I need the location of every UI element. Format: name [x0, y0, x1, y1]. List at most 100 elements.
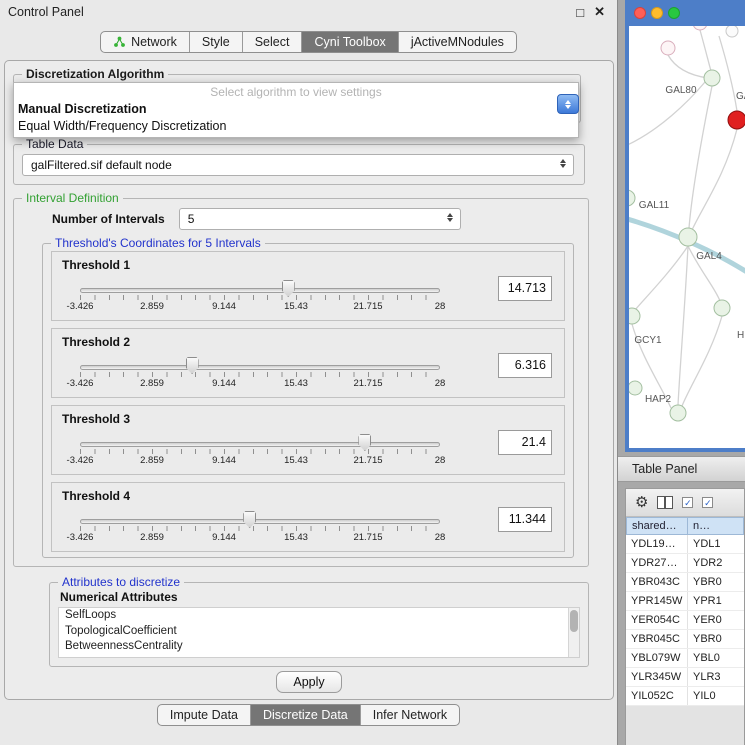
- network-node[interactable]: [629, 381, 642, 395]
- slider-track[interactable]: [80, 288, 440, 293]
- cell[interactable]: YER0: [688, 611, 744, 629]
- network-node[interactable]: [704, 70, 720, 86]
- scale-label: 9.144: [212, 532, 236, 543]
- column-header-shared-name[interactable]: shared…: [626, 517, 688, 535]
- number-of-intervals-combobox[interactable]: 5: [179, 208, 461, 230]
- threshold-1-slider[interactable]: -3.426 2.859 9.144 15.43 21.715 28: [80, 280, 440, 316]
- table-row[interactable]: YPR145WYPR1: [626, 592, 744, 611]
- close-icon[interactable]: ✕: [594, 4, 605, 20]
- table-row[interactable]: YBR045CYBR0: [626, 630, 744, 649]
- numerical-attributes-list[interactable]: SelfLoops TopologicalCoefficient Between…: [58, 607, 580, 658]
- threshold-2-value-field[interactable]: 6.316: [498, 353, 552, 378]
- threshold-3-value-field[interactable]: 21.4: [498, 430, 552, 455]
- cell[interactable]: YBL0: [688, 649, 744, 667]
- list-item[interactable]: SelfLoops: [59, 608, 579, 624]
- stepper-up-icon: [565, 100, 571, 104]
- algorithm-combo-stepper[interactable]: [557, 94, 579, 114]
- cell[interactable]: YIL052C: [626, 687, 688, 705]
- table-row[interactable]: YBL079WYBL0: [626, 649, 744, 668]
- list-item[interactable]: TopologicalCoefficient: [59, 624, 579, 640]
- network-node[interactable]: [670, 405, 686, 421]
- thresholds-group: Threshold's Coordinates for 5 Intervals …: [42, 236, 574, 558]
- cell[interactable]: YDR2: [688, 554, 744, 572]
- tab-select[interactable]: Select: [243, 32, 303, 52]
- threshold-1-label: Threshold 1: [62, 258, 130, 272]
- network-node[interactable]: [693, 26, 707, 30]
- tab-infer-network[interactable]: Infer Network: [361, 705, 459, 725]
- cyni-toolbox-panel: Discretization Algorithm Select algorith…: [4, 60, 614, 700]
- checkbox-icon[interactable]: ✓: [682, 497, 693, 508]
- tab-impute-data[interactable]: Impute Data: [158, 705, 251, 725]
- network-node[interactable]: [661, 41, 675, 55]
- table-row[interactable]: YER054CYER0: [626, 611, 744, 630]
- slider-track[interactable]: [80, 365, 440, 370]
- tab-select-label: Select: [255, 35, 290, 49]
- scale-label: 28: [435, 532, 446, 543]
- threshold-4-label: Threshold 4: [62, 489, 130, 503]
- network-node[interactable]: [726, 26, 738, 37]
- gear-icon[interactable]: ⚙: [635, 495, 648, 510]
- dropdown-option-equal-width[interactable]: Equal Width/Frequency Discretization: [18, 119, 578, 133]
- minimize-traffic-light[interactable]: [651, 7, 663, 19]
- apply-button[interactable]: Apply: [276, 671, 341, 693]
- cell[interactable]: YBL079W: [626, 649, 688, 667]
- slider-scale: -3.426 2.859 9.144 15.43 21.715 28: [80, 455, 440, 467]
- scale-label: 2.859: [140, 455, 164, 466]
- slider-track[interactable]: [80, 519, 440, 524]
- threshold-3-slider[interactable]: -3.426 2.859 9.144 15.43 21.715 28: [80, 434, 440, 470]
- node-label: GAL80: [665, 85, 697, 96]
- list-item[interactable]: BetweennessCentrality: [59, 639, 579, 655]
- cell[interactable]: YLR3: [688, 668, 744, 686]
- cell[interactable]: YDL1: [688, 535, 744, 553]
- column-header-name[interactable]: n…: [688, 517, 744, 535]
- top-tab-group: Network Style Select Cyni Toolbox jActiv…: [100, 31, 517, 53]
- close-traffic-light[interactable]: [634, 7, 646, 19]
- table-row[interactable]: YDR27…YDR2: [626, 554, 744, 573]
- tab-cyni-toolbox[interactable]: Cyni Toolbox: [302, 32, 398, 52]
- tab-network[interactable]: Network: [101, 32, 190, 52]
- threshold-1-value-field[interactable]: 14.713: [498, 276, 552, 301]
- cell[interactable]: YBR0: [688, 630, 744, 648]
- stepper-down-icon: [565, 105, 571, 109]
- cell[interactable]: YBR0: [688, 573, 744, 591]
- cell[interactable]: YDL19…: [626, 535, 688, 553]
- table-row[interactable]: YIL052CYIL0: [626, 687, 744, 706]
- cell[interactable]: YER054C: [626, 611, 688, 629]
- checkbox-icon[interactable]: ✓: [702, 497, 713, 508]
- network-node-selected[interactable]: [728, 111, 745, 129]
- table-data-combobox[interactable]: galFiltered.sif default node: [22, 154, 574, 176]
- network-node[interactable]: [629, 190, 635, 206]
- cell[interactable]: YIL0: [688, 687, 744, 705]
- cell[interactable]: YBR043C: [626, 573, 688, 591]
- tab-discretize-data[interactable]: Discretize Data: [251, 705, 361, 725]
- dropdown-option-manual[interactable]: Manual Discretization: [18, 102, 578, 116]
- tab-jactivemnodules[interactable]: jActiveMNodules: [399, 32, 516, 52]
- right-area: GAL80 GAL11 GAL4 GCY1 HAP2 GA H Table Pa…: [618, 0, 745, 745]
- threshold-4-panel: Threshold 4 -3.426 2.859 9.144 15.43 21.…: [51, 482, 565, 552]
- cell[interactable]: YPR145W: [626, 592, 688, 610]
- table-row[interactable]: YLR345WYLR3: [626, 668, 744, 687]
- slider-track[interactable]: [80, 442, 440, 447]
- zoom-traffic-light[interactable]: [668, 7, 680, 19]
- float-window-icon[interactable]: □: [576, 5, 584, 20]
- network-canvas[interactable]: GAL80 GAL11 GAL4 GCY1 HAP2 GA H: [629, 26, 745, 448]
- network-node[interactable]: [679, 228, 697, 246]
- cell[interactable]: YLR345W: [626, 668, 688, 686]
- table-row[interactable]: YDL19…YDL1: [626, 535, 744, 554]
- threshold-1-panel: Threshold 1 -3.426 2.859 9.144 15.43 21.…: [51, 251, 565, 321]
- list-scrollbar[interactable]: [568, 608, 579, 657]
- network-node[interactable]: [714, 300, 730, 316]
- threshold-4-value-field[interactable]: 11.344: [498, 507, 552, 532]
- cell[interactable]: YDR27…: [626, 554, 688, 572]
- columns-icon[interactable]: [657, 496, 673, 509]
- scale-label: -3.426: [67, 532, 94, 543]
- cell[interactable]: YPR1: [688, 592, 744, 610]
- network-node[interactable]: [629, 308, 640, 324]
- table-row[interactable]: YBR043CYBR0: [626, 573, 744, 592]
- tab-style[interactable]: Style: [190, 32, 243, 52]
- cell[interactable]: YBR045C: [626, 630, 688, 648]
- threshold-4-slider[interactable]: -3.426 2.859 9.144 15.43 21.715 28: [80, 511, 440, 547]
- threshold-2-slider[interactable]: -3.426 2.859 9.144 15.43 21.715 28: [80, 357, 440, 393]
- node-label: H: [737, 330, 744, 341]
- scrollbar-thumb[interactable]: [570, 610, 578, 632]
